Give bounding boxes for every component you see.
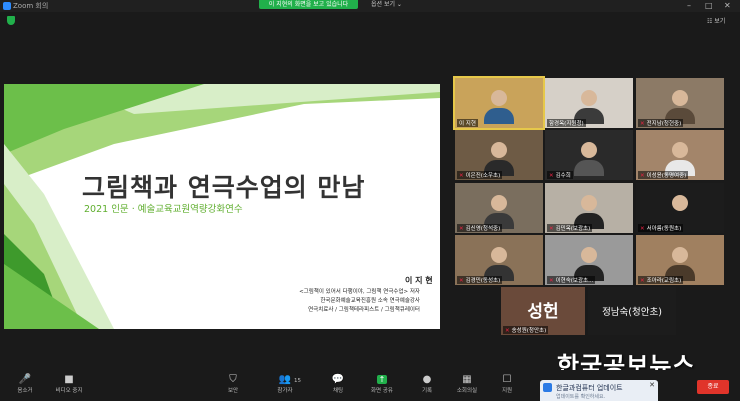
participant-tile[interactable]: ✕ 김경민(동성초): [455, 235, 543, 285]
avatar-initials: 성헌: [527, 302, 559, 322]
participant-head: [581, 90, 597, 106]
participants-button[interactable]: 👥 참가자: [266, 373, 304, 395]
muted-mic-icon: ✕: [459, 226, 464, 232]
participant-tile[interactable]: ✕ 김신영(청석중): [455, 183, 543, 233]
participant-head: [581, 142, 597, 158]
participant-tile[interactable]: ✕ 김민옥(보광초): [545, 183, 633, 233]
participant-name-text: 정남숙(청안초): [602, 307, 662, 318]
screen-share-banner: 이 지현의 화면을 보고 있습니다: [259, 0, 358, 9]
participant-name-label: ✕ 전지남(청현중): [638, 119, 684, 127]
window-title: Zoom 회의: [13, 2, 49, 10]
slide-presenter-name: 이 지 현: [405, 276, 433, 285]
shield-icon: ⛉: [229, 374, 237, 385]
security-button[interactable]: ⛉ 보안: [214, 373, 252, 395]
chat-button[interactable]: 💬 채팅: [319, 373, 357, 395]
participant-body: [574, 160, 604, 176]
participant-tile[interactable]: 이 지현: [453, 76, 545, 130]
microphone-icon: 🎤: [18, 374, 32, 385]
stop-video-button[interactable]: ■ 비디오 중지: [50, 373, 88, 395]
participant-name-label: 이 지현: [457, 119, 478, 127]
shared-slide: 그림책과 연극수업의 만남 2021 인문 · 예술교육교원역량강화연수 이 지…: [4, 84, 440, 329]
muted-mic-icon: ✕: [549, 226, 554, 232]
update-notification[interactable]: 한글과컴퓨터 업데이트 업데이트를 확인하세요. ✕: [540, 380, 658, 401]
participant-tile[interactable]: ✕ 김수희: [545, 130, 633, 180]
share-screen-icon: ↑: [376, 375, 388, 384]
support-button[interactable]: ☐ 지원: [488, 373, 526, 395]
breakout-rooms-icon: ▦: [462, 374, 472, 385]
participant-tile[interactable]: ✕ 조아라(교림초): [636, 235, 724, 285]
breakout-rooms-button[interactable]: ▦ 소회의실: [448, 373, 486, 395]
slide-credits: <그림책이 있어서 다행이야, 그림책 연극수업> 저자 한국문화예술교육진흥원…: [299, 288, 420, 315]
security-shield-icon[interactable]: [7, 16, 15, 25]
participant-name-label: ✕ 김민옥(보광초): [547, 224, 593, 232]
participant-name-label: ✕ 김경민(동성초): [457, 276, 503, 284]
participant-name-label: ✕ 이은진(소우초): [457, 171, 503, 179]
close-icon[interactable]: ✕: [649, 381, 655, 389]
close-window-button[interactable]: ✕: [724, 0, 731, 11]
credit-line: <그림책이 있어서 다행이야, 그림책 연극수업> 저자: [299, 289, 420, 295]
participant-head: [672, 142, 688, 158]
participant-name-label: ✕ 이현숙(보광초...: [547, 276, 596, 284]
participant-count: 15: [294, 378, 301, 384]
minimize-button[interactable]: –: [687, 0, 691, 11]
credit-line: 한국문화예술교육진흥원 소속 연극예술강사: [320, 298, 420, 304]
participant-name-label: ✕ 이성윤(동명여중): [638, 171, 689, 179]
participant-tile[interactable]: ✕ 서아름(동원초): [636, 183, 724, 233]
participant-head: [581, 247, 597, 263]
slide-title: 그림책과 연극수업의 만남: [82, 173, 366, 202]
view-options-dropdown[interactable]: 옵션 보기 ⌄: [371, 0, 402, 9]
participant-head: [491, 195, 507, 211]
zoom-app-icon: [3, 2, 11, 10]
muted-mic-icon: ✕: [640, 278, 645, 284]
participant-tile[interactable]: ✕ 이은진(소우초): [455, 130, 543, 180]
maximize-button[interactable]: □: [705, 0, 713, 11]
participant-head: [491, 247, 507, 263]
notification-title: 한글과컴퓨터 업데이트: [556, 384, 623, 392]
muted-mic-icon: ✕: [505, 328, 510, 334]
participant-name-label: ✕ 김수희: [547, 171, 573, 179]
muted-mic-icon: ✕: [640, 226, 645, 232]
record-icon: ●: [422, 374, 432, 385]
hancom-icon: [543, 383, 552, 392]
participant-tile[interactable]: ✕ 이성윤(동명여중): [636, 130, 724, 180]
participant-tile-name-only[interactable]: 정남숙(청안초): [588, 287, 676, 335]
chat-icon: 💬: [331, 374, 345, 385]
video-camera-icon: ■: [64, 374, 74, 385]
participant-tile[interactable]: 함경옥(지원청): [545, 78, 633, 128]
participant-name-label: ✕ 조아라(교림초): [638, 276, 684, 284]
participant-tile[interactable]: ✕ 이현숙(보광초...: [545, 235, 633, 285]
participant-tile[interactable]: ✕ 전지남(청현중): [636, 78, 724, 128]
participant-name-label: 함경옥(지원청): [547, 119, 586, 127]
participant-tile-name-only[interactable]: 성헌 ✕ 송성원(청안초): [501, 287, 585, 335]
window-title-bar: Zoom 회의 – □ ✕: [0, 0, 740, 12]
notification-subtitle: 업데이트를 확인하세요.: [556, 394, 606, 400]
muted-mic-icon: ✕: [640, 121, 645, 127]
participant-head: [491, 142, 507, 158]
participant-head: [672, 90, 688, 106]
record-button[interactable]: ● 기록: [408, 373, 446, 395]
support-icon: ☐: [502, 374, 512, 385]
slide-subtitle: 2021 인문 · 예술교육교원역량강화연수: [84, 204, 243, 215]
participant-name-label: ✕ 송성원(청안초): [503, 326, 549, 334]
participant-head: [672, 195, 688, 211]
muted-mic-icon: ✕: [549, 278, 554, 284]
end-meeting-button[interactable]: 종료: [697, 380, 729, 394]
muted-mic-icon: ✕: [459, 173, 464, 179]
muted-mic-icon: ✕: [459, 278, 464, 284]
view-button[interactable]: ☷ 보기: [707, 16, 725, 25]
participant-body: [484, 108, 514, 124]
participant-name-label: ✕ 서아름(동원초): [638, 224, 684, 232]
muted-mic-icon: ✕: [640, 173, 645, 179]
credit-line: 연극치료사 / 그림책테라피스트 / 그림책큐레이터: [308, 307, 420, 313]
participant-head: [672, 247, 688, 263]
participant-head: [581, 195, 597, 211]
muted-mic-icon: ✕: [549, 173, 554, 179]
participant-name-label: ✕ 김신영(청석중): [457, 224, 503, 232]
share-screen-button[interactable]: ↑ 화면 공유: [363, 373, 401, 395]
mute-button[interactable]: 🎤 음소거: [6, 373, 44, 395]
participant-head: [491, 90, 507, 106]
